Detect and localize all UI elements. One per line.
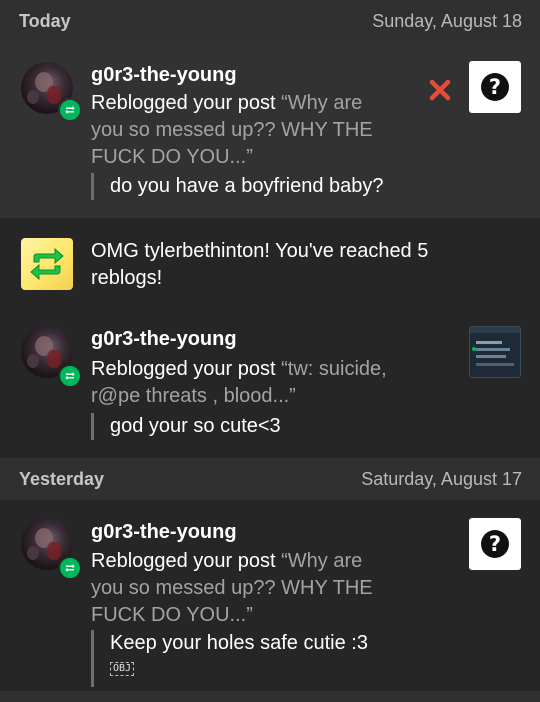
section-header-yesterday: Yesterday Saturday, August 17 (0, 458, 540, 500)
reply-text: do you have a boyfriend baby? (91, 173, 384, 200)
milestone-text: OMG tylerbethinton! You've reached 5 reb… (91, 240, 429, 289)
question-mark-icon: ? (481, 73, 509, 101)
section-label: Today (19, 10, 71, 31)
notification-text: Reblogged your post “Why are you so mess… (91, 90, 391, 171)
question-mark-icon: ? (481, 530, 509, 558)
reply-body: Keep your holes safe cutie :3 (110, 632, 368, 654)
section-date: Saturday, August 17 (361, 468, 522, 489)
reblog-icon (58, 556, 82, 580)
reply-text: god your so cute<3 (91, 413, 281, 440)
action-text: Reblogged your post (91, 550, 282, 572)
action-text: Reblogged your post (91, 358, 282, 380)
username-link[interactable]: g0r3-the-young (91, 328, 237, 351)
notification-milestone[interactable]: OMG tylerbethinton! You've reached 5 reb… (0, 218, 540, 306)
post-thumbnail[interactable]: ? (469, 518, 521, 570)
action-text: Reblogged your post (91, 92, 282, 114)
post-thumbnail[interactable]: ? (469, 61, 521, 113)
notification-reblog[interactable]: g0r3-the-young Reblogged your post “tw: … (0, 306, 540, 458)
notification-reblog[interactable]: g0r3-the-young Reblogged your post “Why … (0, 42, 540, 218)
username-link[interactable]: g0r3-the-young (91, 64, 237, 87)
close-icon[interactable] (428, 78, 452, 107)
section-label: Yesterday (19, 468, 105, 489)
embedded-object-placeholder: OBJ (110, 662, 135, 676)
username-link[interactable]: g0r3-the-young (91, 521, 237, 544)
notification-text: Reblogged your post “tw: suicide, r@pe t… (91, 356, 391, 410)
reblog-milestone-icon (21, 238, 73, 290)
reblog-icon (58, 364, 82, 388)
notification-text: Reblogged your post “Why are you so mess… (91, 548, 391, 629)
section-date: Sunday, August 18 (372, 10, 522, 31)
notification-reblog[interactable]: g0r3-the-young Reblogged your post “Why … (0, 500, 540, 691)
section-header-today: Today Sunday, August 18 (0, 0, 540, 42)
reply-text: Keep your holes safe cutie :3 (91, 630, 368, 687)
reblog-icon (58, 98, 82, 122)
divider (0, 691, 540, 702)
post-thumbnail[interactable] (469, 326, 521, 378)
